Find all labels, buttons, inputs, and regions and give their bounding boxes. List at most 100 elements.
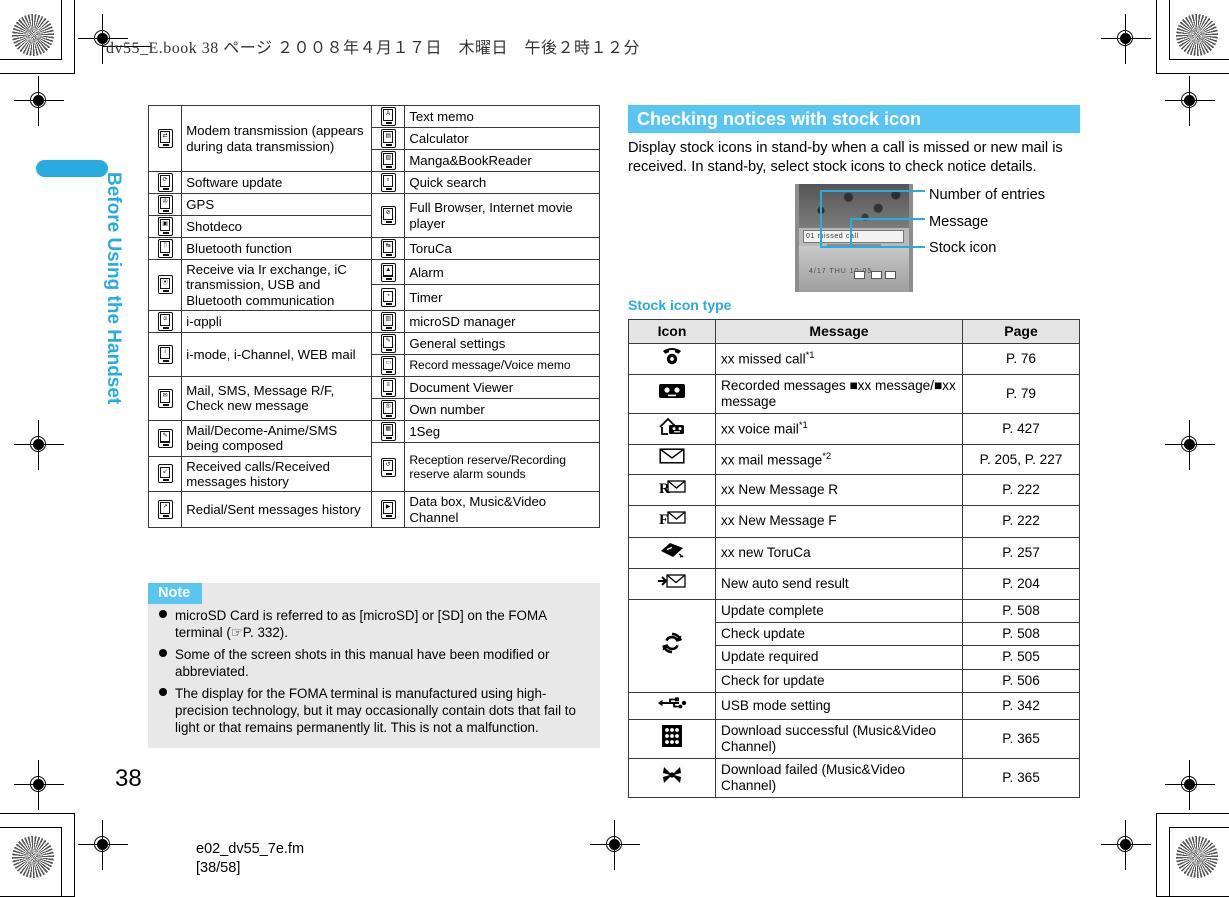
table-row: xx voice mail*1 P. 427 bbox=[628, 412, 1080, 446]
registration-mark-bottom-center bbox=[590, 820, 640, 870]
icon-desc: Manga&BookReader bbox=[404, 149, 600, 172]
received-calls-icon: ↙ bbox=[147, 455, 183, 493]
table-row: ⇄ Modem transmission (appears during dat… bbox=[147, 105, 600, 172]
redial-icon: ↗ bbox=[147, 491, 183, 528]
icon-desc: Text memo bbox=[404, 105, 600, 128]
download-success-icon bbox=[628, 718, 716, 760]
stock-page: P. 365 bbox=[962, 718, 1080, 760]
note-item: Some of the screen shots in this manual … bbox=[148, 646, 600, 685]
icon-desc: Redial/Sent messages history bbox=[181, 491, 373, 528]
usb-mode-icon bbox=[628, 691, 716, 720]
note-item-text: The display for the FOMA terminal is man… bbox=[175, 686, 576, 736]
registration-mark-bottom-left bbox=[78, 820, 128, 870]
icon-desc: 1Seg bbox=[404, 419, 600, 443]
registration-mark-upper-left bbox=[14, 76, 64, 126]
registration-mark-lower-left bbox=[14, 760, 64, 810]
table-row: i i-mode, i-Channel, WEB mail ✎ General … bbox=[147, 331, 600, 377]
note-item-text: Some of the screen shots in this manual … bbox=[175, 647, 550, 680]
icon-desc: Mail/Decome-Anime/SMS being composed bbox=[181, 419, 373, 457]
toruca-icon: ↹ bbox=[371, 237, 406, 260]
column-header-icon: Icon bbox=[628, 319, 716, 344]
manga-bookreader-icon: ▧ bbox=[371, 149, 406, 172]
stock-message: xx mail message*2 bbox=[715, 444, 963, 475]
icon-desc: Received calls/Received messages history bbox=[181, 455, 373, 493]
stock-page: P. 222 bbox=[962, 505, 1080, 538]
new-toruca-icon bbox=[628, 536, 716, 570]
stock-page: P. 222 bbox=[962, 473, 1080, 507]
software-update-icon: ⟳ bbox=[147, 171, 183, 194]
i-mode-icon: i bbox=[147, 331, 183, 377]
stock-message: Update complete bbox=[715, 599, 963, 624]
table-row: ✉ Mail, SMS, Message R/F, Check new mess… bbox=[147, 375, 600, 421]
icon-desc: General settings bbox=[404, 331, 600, 355]
stock-page: P. 257 bbox=[962, 536, 1080, 570]
column-header-page: Page bbox=[962, 319, 1080, 344]
microsd-manager-icon: ▥ bbox=[371, 309, 406, 333]
table-row: ⟳ Software update ⌕ Quick search bbox=[147, 171, 600, 194]
icon-desc: i-αppli bbox=[181, 309, 373, 333]
footer-page-range: [38/58] bbox=[196, 860, 241, 877]
ir-exchange-icon: ⦿ bbox=[147, 259, 183, 311]
stock-message: xx New Message F bbox=[715, 505, 963, 538]
stock-message: USB mode setting bbox=[715, 691, 963, 720]
footnote-ref: *1 bbox=[805, 349, 815, 361]
chapter-tab-label: Before Using the Handset bbox=[103, 172, 124, 405]
icon-desc: Alarm bbox=[404, 258, 600, 286]
crop-corner-tr2 bbox=[1156, 0, 1229, 74]
page-number: 38 bbox=[115, 765, 142, 792]
quick-search-icon: ⌕ bbox=[371, 171, 406, 194]
registration-mark-upper-right bbox=[1165, 76, 1215, 126]
stock-page: P. 79 bbox=[962, 373, 1080, 414]
stock-message: Recorded messages ■xx message/■xx messag… bbox=[715, 373, 963, 414]
text-memo-icon: A bbox=[371, 105, 406, 128]
stock-message: Download failed (Music&Video Channel) bbox=[715, 758, 963, 799]
reception-reserve-icon: ↺ bbox=[371, 441, 406, 493]
table-row: USB mode setting P. 342 bbox=[628, 691, 1080, 720]
mail-sms-icon: ✉ bbox=[147, 375, 183, 421]
crop-corner-tl2 bbox=[0, 0, 75, 74]
table-row: R xx New Message R P. 222 bbox=[628, 473, 1080, 507]
general-settings-icon: ✎ bbox=[371, 331, 406, 355]
icon-desc: Calculator bbox=[404, 127, 600, 150]
section-heading: Checking notices with stock icon bbox=[628, 105, 1080, 133]
footer-block: e02_dv55_7e.fm [38/58] bbox=[196, 840, 304, 878]
stock-message: New auto send result bbox=[715, 568, 963, 601]
icon-desc: Receive via Ir exchange, iC transmission… bbox=[181, 259, 373, 311]
svg-text:F: F bbox=[659, 512, 668, 528]
icon-desc: microSD manager bbox=[404, 309, 600, 333]
icon-desc: Record message/Voice memo bbox=[404, 353, 600, 377]
download-failed-icon bbox=[628, 758, 716, 799]
stock-page: P. 508 bbox=[962, 622, 1080, 647]
table-row: New auto send result P. 204 bbox=[628, 568, 1080, 601]
software-update-icon bbox=[628, 599, 716, 693]
table-row: xx new ToruCa P. 257 bbox=[628, 536, 1080, 570]
new-message-r-icon: R bbox=[628, 473, 716, 507]
missed-call-icon bbox=[628, 342, 716, 375]
footnote-ref: *1 bbox=[798, 420, 808, 432]
notice-message-bar: 01 missed call bbox=[803, 230, 904, 243]
icon-desc: Full Browser, Internet movie player bbox=[404, 193, 600, 238]
table-row: ✇ GPS ⊘ Full Browser, Internet movie pla… bbox=[147, 193, 600, 238]
stock-page: P. 204 bbox=[962, 568, 1080, 601]
voice-mail-icon bbox=[628, 412, 716, 446]
own-number-icon: ⑤ bbox=[371, 397, 406, 421]
icon-desc: Bluetooth function bbox=[181, 237, 373, 260]
table-row: Download failed (Music&Video Channel) P.… bbox=[628, 758, 1080, 799]
table-row: ↗ Redial/Sent messages history ▶ Data bo… bbox=[147, 491, 600, 528]
stock-page: P. 342 bbox=[962, 691, 1080, 720]
clock-digit-2 bbox=[871, 271, 882, 279]
timer-icon: ◔ bbox=[371, 284, 406, 311]
table-row: ⦿ Receive via Ir exchange, iC transmissi… bbox=[147, 258, 600, 311]
full-browser-icon: ⊘ bbox=[371, 193, 406, 238]
mail-message-icon bbox=[628, 444, 716, 475]
icon-desc: Mail, SMS, Message R/F, Check new messag… bbox=[181, 375, 373, 421]
standby-screenshot: 01 missed call 4/17 THU 10:05 bbox=[795, 184, 913, 292]
table-row: xx missed call*1 P. 76 bbox=[628, 342, 1080, 375]
stock-message: xx missed call*1 bbox=[715, 342, 963, 375]
icon-desc: Document Viewer bbox=[404, 375, 600, 399]
modem-transmission-icon: ⇄ bbox=[147, 105, 183, 172]
shotdeco-icon: ▣ bbox=[147, 215, 183, 238]
leader-line-message-v bbox=[850, 218, 852, 248]
stock-message: Check update bbox=[715, 622, 963, 647]
document-viewer-icon: ≡ bbox=[371, 375, 406, 399]
